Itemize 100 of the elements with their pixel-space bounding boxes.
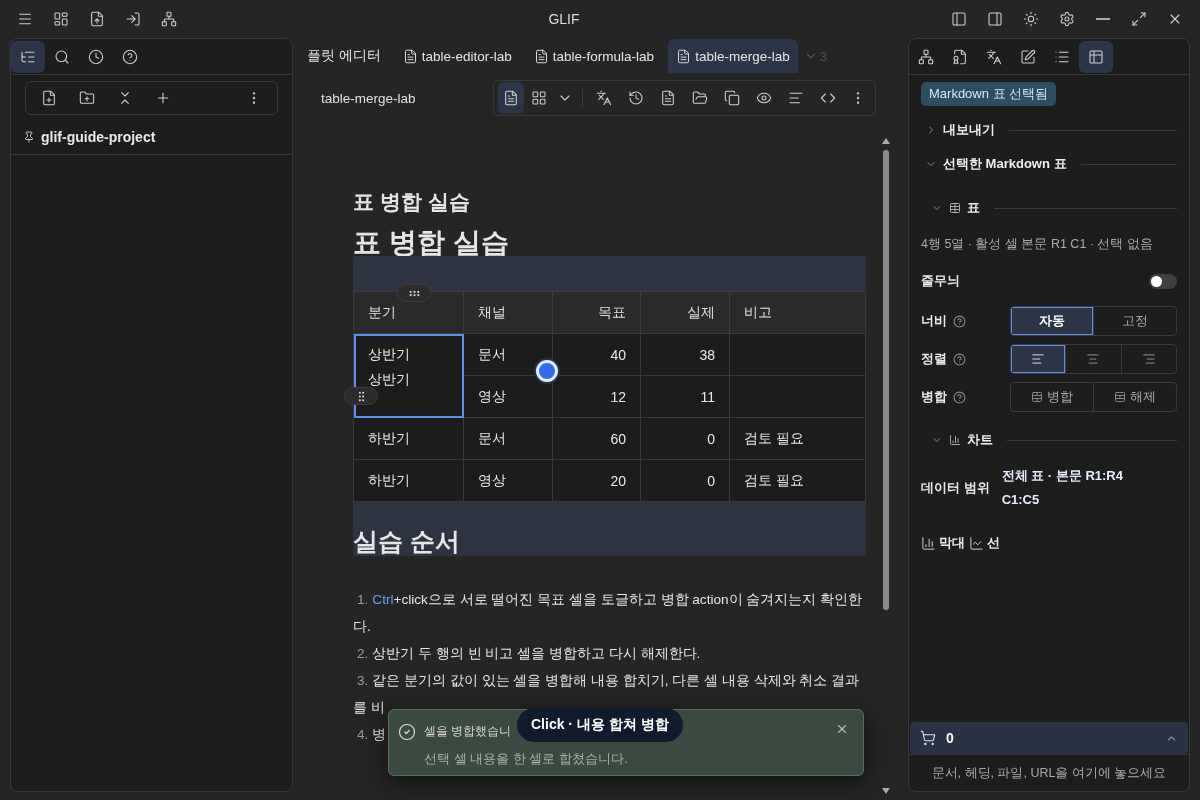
left-panel-icon [951, 11, 967, 27]
stripes-toggle[interactable] [1149, 273, 1177, 289]
new-file-icon [41, 90, 57, 106]
eye-icon [756, 90, 772, 106]
bar-chart-icon [921, 535, 936, 551]
list-item: 2. 상반기 두 행의 빈 비고 셀을 병합하고 다시 해제한다. [356, 645, 701, 663]
table-icon [1088, 48, 1104, 65]
table-cell[interactable]: 0 [640, 459, 730, 502]
bar-chart-button[interactable]: 막대 [921, 534, 965, 552]
field-label: 정렬 [921, 350, 947, 368]
section-header[interactable]: 표 [921, 198, 1177, 218]
editor-tab[interactable]: table-formula-lab [525, 39, 663, 73]
table-header-cell[interactable]: 분기 [353, 291, 464, 334]
theme-icon [1023, 11, 1039, 27]
table-cell[interactable]: 60 [552, 417, 641, 460]
table-cell[interactable]: 검토 필요 [729, 417, 866, 460]
align-center-icon [1086, 352, 1101, 366]
table-header-cell[interactable]: 목표 [552, 291, 641, 334]
table-cell[interactable]: 검토 필요 [729, 459, 866, 502]
close-icon [835, 722, 849, 736]
check-circle-icon [398, 723, 416, 741]
table-cell[interactable]: 11 [640, 375, 730, 418]
drop-hint: 문서, 헤딩, 파일, URL을 여기에 놓으세요 [909, 754, 1189, 791]
table-cell[interactable]: 40 [552, 333, 641, 376]
table-cell[interactable]: 20 [552, 459, 641, 502]
table-header-cell[interactable]: 채널 [463, 291, 553, 334]
right-panel-icon [987, 11, 1003, 27]
table-cell[interactable]: 영상 [463, 375, 553, 418]
table-cell[interactable]: 0 [640, 417, 730, 460]
editor-tab[interactable]: table-merge-lab [668, 39, 798, 73]
shortcut-link[interactable]: Ctrl [372, 592, 394, 607]
help-icon [122, 48, 138, 65]
heading: 실습 순서 [353, 526, 461, 556]
cart-icon [920, 730, 936, 746]
import-icon [125, 11, 141, 27]
history-icon [88, 48, 104, 65]
field-label: 너비 [921, 312, 947, 330]
help-icon [953, 352, 966, 366]
grid-view-icon [531, 90, 547, 106]
settings-icon [1059, 11, 1075, 27]
align-right-icon [1141, 352, 1156, 366]
help-icon [953, 390, 966, 404]
edit-icon [1020, 48, 1036, 65]
table-cell[interactable]: 영상 [463, 459, 553, 502]
translate-icon [596, 90, 612, 106]
tree-view-tab[interactable] [11, 40, 45, 73]
width-option[interactable]: 자동 [1011, 307, 1093, 335]
help-icon [953, 314, 966, 328]
heading: 표 병합 실습 [353, 226, 510, 260]
section-header[interactable]: 차트 [921, 430, 1177, 450]
section-header[interactable]: 내보내기 [921, 120, 1177, 140]
table-icon [1031, 391, 1043, 403]
cart-count: 0 [946, 730, 954, 746]
document-title: table-merge-lab [321, 90, 416, 106]
project-name[interactable]: glif-guide-project [41, 129, 156, 145]
split-button[interactable]: 해제 [1093, 383, 1176, 411]
table-cell[interactable]: 상반기 상반기 [353, 333, 464, 418]
field-label: 데이터 범위 [921, 479, 990, 497]
table-header-cell[interactable]: 실제 [640, 291, 730, 334]
file-icon [952, 48, 968, 65]
copy-icon [724, 90, 740, 106]
section-header[interactable]: 선택한 Markdown 표 [921, 154, 1177, 174]
row-drag-handle[interactable] [344, 387, 378, 405]
toast-message: 선택 셀 내용을 한 셀로 합쳤습니다. [424, 750, 628, 768]
document-view-button[interactable] [498, 82, 524, 114]
table-tab[interactable] [1079, 40, 1113, 73]
table-cell[interactable]: 하반기 [353, 459, 464, 502]
heading: 표 병합 실습 [353, 189, 471, 215]
list-item: 4. 병 [356, 726, 387, 744]
field-label: 줄무늬 [921, 272, 960, 290]
window-title: GLIF [547, 11, 581, 27]
table-cell[interactable]: 12 [552, 375, 641, 418]
editor-tab[interactable]: 플릿 에디터 [299, 39, 389, 73]
structure-icon [918, 48, 934, 65]
layout-icon [53, 11, 69, 27]
table-header-cell[interactable]: 비고 [729, 291, 866, 334]
line-chart-button[interactable]: 선 [969, 534, 1000, 552]
table-cell[interactable]: 하반기 [353, 417, 464, 460]
table-cell[interactable]: 문서 [463, 417, 553, 460]
scrollbar[interactable] [882, 138, 890, 792]
width-option[interactable]: 고정 [1093, 307, 1176, 335]
merge-button[interactable]: 병합 [1011, 383, 1093, 411]
line-chart-icon [969, 535, 984, 551]
cart-bar[interactable]: 0 [910, 722, 1188, 754]
selection-badge: Markdown 표 선택됨 [921, 82, 1057, 106]
align-left-button[interactable] [1011, 345, 1066, 373]
file-upload-icon [89, 11, 105, 27]
table-cell[interactable] [729, 333, 866, 376]
editor-tab[interactable]: table-editor-lab [394, 39, 520, 73]
table-cell[interactable]: 38 [640, 333, 730, 376]
align-left-icon [1031, 352, 1046, 366]
add-icon [155, 90, 171, 106]
resize-handle[interactable] [536, 360, 558, 382]
table-icon [1114, 391, 1126, 403]
table-cell[interactable] [729, 375, 866, 418]
document-icon [660, 90, 676, 106]
column-drag-handle[interactable] [397, 284, 431, 302]
data-range-value: 전체 표 · 본문 R1:R4 C1:C5 [1001, 467, 1124, 509]
table-info: 4행 5열 · 활성 셀 본문 R1 C1 · 선택 없음 [921, 236, 1154, 253]
code-icon [820, 90, 836, 106]
